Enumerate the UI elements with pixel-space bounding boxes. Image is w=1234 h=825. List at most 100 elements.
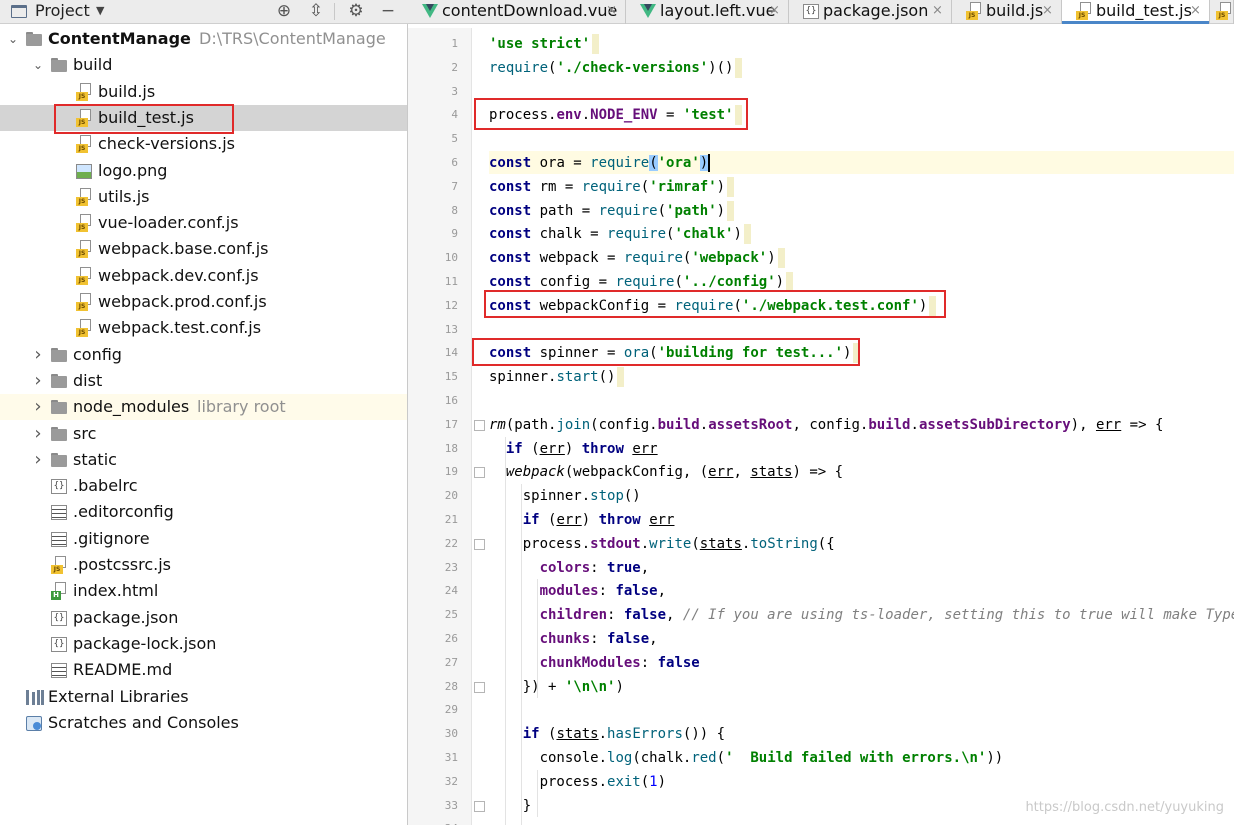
text-file-icon [51,531,67,547]
code-line[interactable]: const chalk = require('chalk') [489,222,751,246]
vue-file-icon [640,4,656,18]
tree-item-index-html[interactable]: index.html [0,578,407,604]
chevron-right-icon[interactable]: › [31,421,45,447]
tree-item-utils-js[interactable]: utils.js [0,184,407,210]
tree-item-dist[interactable]: › dist [0,368,407,394]
code-line[interactable]: if (err) throw err [489,437,658,461]
collapse-all-icon[interactable]: ⇳ [306,0,326,23]
close-icon[interactable]: × [606,0,617,22]
tab-overflow[interactable] [1210,0,1234,24]
fold-marker-icon[interactable] [474,467,485,479]
code-line[interactable]: const path = require('path') [489,199,735,223]
tree-item-gitignore[interactable]: .gitignore [0,526,407,552]
project-view-selector[interactable]: Project [35,1,90,21]
chevron-right-icon[interactable]: › [31,447,45,473]
chevron-down-icon[interactable]: ⌄ [31,52,45,78]
code-line[interactable]: const spinner = ora('building for test..… [489,341,861,365]
tree-item-build-js[interactable]: build.js [0,79,407,105]
js-file-icon [966,2,982,20]
code-line[interactable]: if (stats.hasErrors()) { [489,722,725,746]
tree-item-package-json[interactable]: {} package.json [0,605,407,631]
hide-panel-icon[interactable]: − [378,0,398,23]
chevron-down-icon[interactable]: ▼ [96,1,104,21]
code-line[interactable]: spinner.start() [489,365,625,389]
tree-item-postcssrc-js[interactable]: .postcssrc.js [0,552,407,578]
fold-marker-icon[interactable] [474,681,485,693]
code-line[interactable]: const config = require('../config') [489,270,794,294]
chevron-right-icon[interactable]: › [31,342,45,368]
tab-layout-left-vue[interactable]: layout.left.vue × [626,0,789,24]
tree-item-config[interactable]: › config [0,342,407,368]
tree-item-src[interactable]: › src [0,421,407,447]
tab-label: package.json [823,1,929,20]
tree-item-logo-png[interactable]: logo.png [0,158,407,184]
gear-icon[interactable]: ⚙ [346,0,366,23]
tree-item-external-libraries[interactable]: External Libraries [0,684,407,710]
tab-package-json[interactable]: {} package.json × [789,0,952,24]
code-line[interactable]: require('./check-versions')() [489,56,743,80]
tree-item-editorconfig[interactable]: .editorconfig [0,499,407,525]
project-panel-header: Project ▼ ⊕ ⇳ ⚙ − [0,0,408,24]
tree-item-readme-md[interactable]: README.md [0,657,407,683]
code-line[interactable]: 'use strict' [489,32,600,56]
fold-marker-icon[interactable] [474,419,485,431]
project-window-icon [11,5,27,18]
code-line[interactable]: chunkModules: false [489,651,700,675]
code-line[interactable]: process.exit(1) [489,770,666,794]
fold-marker-icon[interactable] [474,538,485,550]
tree-item-scratches-and-consoles[interactable]: Scratches and Consoles [0,710,407,736]
close-icon[interactable]: × [769,0,780,22]
code-line[interactable]: } [489,794,531,818]
tree-item-build[interactable]: ⌄ build [0,52,407,78]
code-line[interactable]: webpack(webpackConfig, (err, stats) => { [489,460,843,484]
locate-target-icon[interactable]: ⊕ [274,0,294,23]
code-area[interactable]: 'use strict' require('./check-versions')(… [489,28,1234,825]
close-icon[interactable]: × [1190,0,1201,22]
line-number: 5 [451,132,458,146]
line-number-gutter: 1 2 3 4 5 6 7 8 9 10 11 12 13 14 15 16 17 18 19 20 21 22 23 24 2… [408,28,485,825]
code-line[interactable]: process.env.NODE_ENV = 'test' [489,103,743,127]
tree-item-babelrc[interactable]: {} .babelrc [0,473,407,499]
tab-build-js[interactable]: build.js× [952,0,1062,24]
js-file-icon [76,135,92,154]
code-line[interactable]: console.log(chalk.red(' Build failed wit… [489,746,1004,770]
tab-build-test-js[interactable]: build_test.js× [1062,0,1210,24]
tree-item-webpack-prod-conf-js[interactable]: webpack.prod.conf.js [0,289,407,315]
tree-item-node-modules[interactable]: › node_modules library root [0,394,407,421]
tree-item-webpack-dev-conf-js[interactable]: webpack.dev.conf.js [0,263,407,289]
tab-contentdownload-vue[interactable]: contentDownload.vue × [408,0,626,24]
line-number: 1 [451,37,458,50]
tree-item-webpack-test-conf-js[interactable]: webpack.test.conf.js [0,315,407,341]
chevron-down-icon[interactable]: ⌄ [6,26,20,52]
code-line[interactable]: chunks: false, [489,627,658,651]
code-line[interactable]: if (err) throw err [489,508,675,532]
tree-item-check-versions-js[interactable]: check-versions.js [0,131,407,157]
tree-item-label: External Libraries [48,686,189,706]
code-line[interactable]: }) + '\n\n') [489,675,624,699]
tree-item-build-test-js[interactable]: build_test.js [0,104,407,131]
code-line[interactable]: modules: false, [489,579,666,603]
tree-item-vue-loader-conf-js[interactable]: vue-loader.conf.js [0,210,407,236]
tree-item-webpack-base-conf-js[interactable]: webpack.base.conf.js [0,236,407,262]
code-line[interactable]: const webpackConfig = require('./webpack… [489,294,937,318]
tree-item-static[interactable]: › static [0,447,407,473]
code-line[interactable]: const rm = require('rimraf') [489,175,735,199]
code-line[interactable]: const ora = require('ora') [489,151,711,175]
watermark: https://blog.csdn.net/yuyuking [1025,800,1224,815]
chevron-right-icon[interactable]: › [31,394,45,420]
line-number: 25 [444,608,458,622]
code-line[interactable]: rm(path.join(config.build.assetsRoot, co… [489,413,1163,437]
close-icon[interactable]: × [932,0,943,22]
active-tab-indicator [1062,21,1209,24]
code-line[interactable]: const webpack = require('webpack') [489,246,785,270]
chevron-right-icon[interactable]: › [31,368,45,394]
tree-item-contentmanage[interactable]: ⌄ ContentManage D:\TRS\ContentManage [0,26,407,52]
code-line[interactable]: process.stdout.write(stats.toString({ [489,532,835,556]
close-icon[interactable]: × [1042,0,1053,22]
line-number: 4 [451,108,458,122]
code-line[interactable]: spinner.stop() [489,484,641,508]
fold-marker-icon[interactable] [474,800,485,812]
code-line[interactable]: children: false, // If you are using ts-… [489,603,1234,627]
tree-item-package-lock-json[interactable]: {} package-lock.json [0,631,407,657]
code-line[interactable]: colors: true, [489,556,650,580]
